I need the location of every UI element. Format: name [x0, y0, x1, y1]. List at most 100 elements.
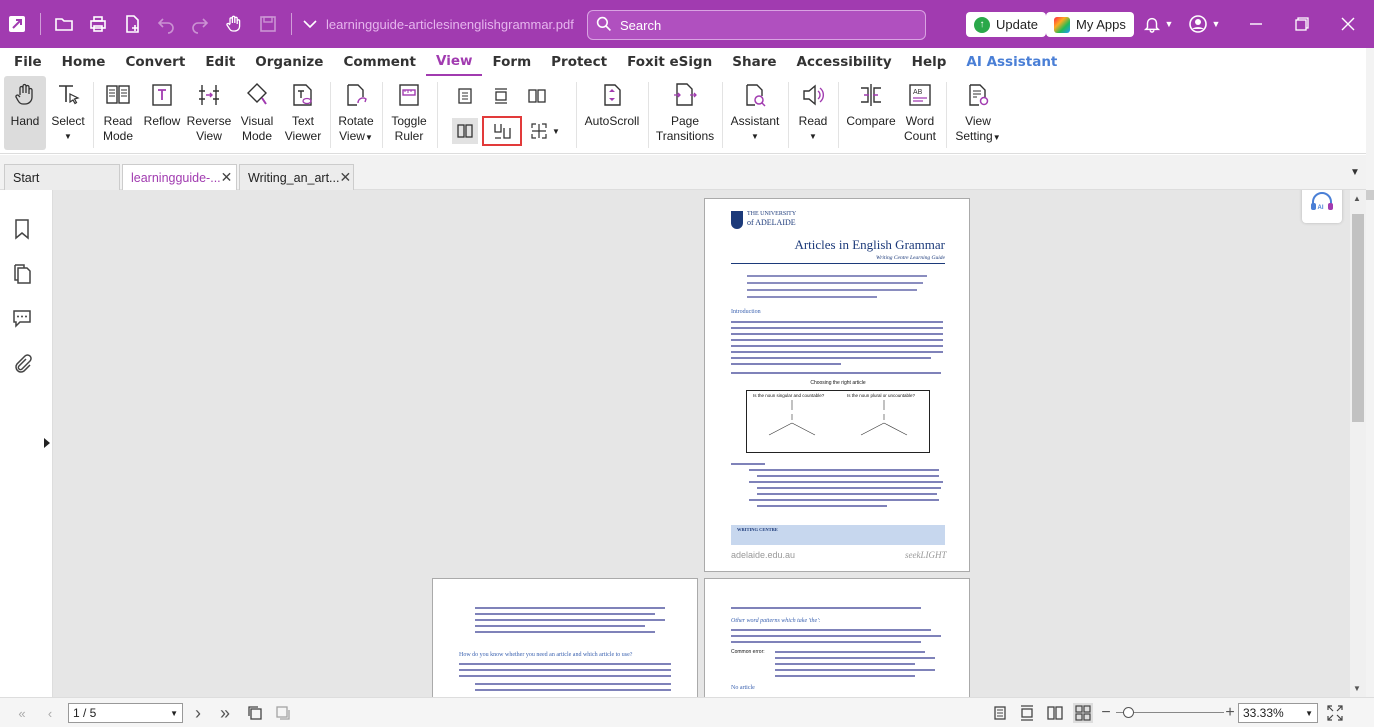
separate-cover-page-icon[interactable]: [482, 116, 522, 146]
ai-assistant-floating-button[interactable]: AI: [1302, 190, 1342, 223]
close-tab-icon[interactable]: ✕: [339, 169, 351, 186]
toggle-ruler-button[interactable]: Toggle Ruler: [388, 76, 430, 144]
save-icon[interactable]: [251, 0, 285, 48]
previous-view-icon[interactable]: [245, 703, 265, 723]
menu-protect[interactable]: Protect: [541, 48, 617, 76]
two-page-icon[interactable]: [524, 83, 550, 109]
tab-writing-article[interactable]: Writing_an_art... ✕: [239, 164, 354, 190]
attachment-icon[interactable]: [11, 353, 33, 375]
menu-file[interactable]: File: [0, 48, 52, 76]
facing-view-icon[interactable]: [1045, 703, 1065, 723]
chevron-down-icon[interactable]: [298, 0, 322, 48]
minimize-icon[interactable]: [1234, 0, 1278, 48]
page-number-field[interactable]: 1 / 5 ▼: [68, 703, 183, 723]
new-document-icon[interactable]: [115, 0, 149, 48]
zoom-dropdown-icon[interactable]: ▼: [1305, 709, 1313, 718]
fullscreen-icon[interactable]: [1325, 703, 1345, 723]
read-aloud-button[interactable]: Read ▼: [794, 76, 832, 144]
reverse-view-button[interactable]: Reverse View: [186, 76, 232, 144]
menu-bar: File Home Convert Edit Organize Comment …: [0, 48, 1374, 76]
next-view-icon[interactable]: [273, 703, 293, 723]
bookmark-icon[interactable]: [11, 218, 33, 240]
page-dropdown-icon[interactable]: ▼: [170, 709, 178, 718]
autoscroll-button[interactable]: AutoScroll: [582, 76, 642, 129]
menu-accessibility[interactable]: Accessibility: [787, 48, 902, 76]
menu-foxit-esign[interactable]: Foxit eSign: [617, 48, 722, 76]
close-window-icon[interactable]: [1326, 0, 1370, 48]
tab-start[interactable]: Start: [4, 164, 120, 190]
my-apps-button[interactable]: My Apps: [1046, 12, 1134, 37]
search-box[interactable]: [587, 10, 926, 40]
rotate-view-button[interactable]: Rotate View▼: [335, 76, 377, 145]
menu-organize[interactable]: Organize: [245, 48, 333, 76]
single-page-icon[interactable]: [452, 83, 478, 109]
first-page-icon[interactable]: «: [12, 703, 32, 723]
tab-learningguide[interactable]: learningguide-... ✕: [122, 164, 237, 190]
menu-view[interactable]: View: [426, 48, 483, 76]
text-line: [459, 675, 671, 677]
compare-button[interactable]: Compare: [844, 76, 898, 129]
scrollbar-thumb[interactable]: [1352, 214, 1364, 422]
two-page-continuous-icon[interactable]: [452, 118, 478, 144]
decision-chart: Is the noun singular and countable? Is t…: [746, 390, 930, 453]
read-label: Read: [798, 114, 828, 128]
text-line: [731, 345, 943, 347]
expand-panel-arrow-icon[interactable]: [44, 438, 50, 448]
assistant-button[interactable]: Assistant ▼: [728, 76, 782, 144]
single-page-view-icon[interactable]: [990, 703, 1010, 723]
page-transitions-button[interactable]: Page Transitions: [654, 76, 716, 144]
visual-mode-icon: [241, 76, 273, 114]
scroll-down-icon[interactable]: ▼: [1353, 684, 1361, 693]
redo-icon[interactable]: [183, 0, 217, 48]
menu-home[interactable]: Home: [52, 48, 116, 76]
text-viewer-button[interactable]: Text Viewer: [282, 76, 324, 144]
text-line: [775, 657, 935, 659]
word-count-button[interactable]: AB Word Count: [900, 76, 940, 144]
next-page-icon[interactable]: ›: [188, 703, 208, 723]
continuous-page-icon[interactable]: [488, 83, 514, 109]
read-mode-button[interactable]: Read Mode: [98, 76, 138, 144]
menu-convert[interactable]: Convert: [115, 48, 195, 76]
tabs-dropdown-icon[interactable]: ▼: [1350, 167, 1360, 178]
menu-edit[interactable]: Edit: [195, 48, 245, 76]
rotate-view-label: Rotate: [338, 114, 374, 128]
page-thumbnails-icon[interactable]: [11, 263, 33, 285]
undo-icon[interactable]: [149, 0, 183, 48]
text-line: [749, 469, 939, 471]
zoom-level-field[interactable]: 33.33% ▼: [1238, 703, 1318, 723]
hand-button[interactable]: Hand: [4, 76, 46, 150]
reflow-button[interactable]: Reflow: [142, 76, 182, 129]
menu-ai-assistant[interactable]: AI Assistant: [956, 48, 1067, 76]
split-view-dropdown-icon[interactable]: ▼: [549, 118, 563, 144]
select-label: Select: [51, 114, 85, 128]
select-button[interactable]: Select ▼: [50, 76, 86, 144]
account-avatar-icon[interactable]: ▼: [1182, 0, 1226, 48]
previous-page-icon[interactable]: ‹: [40, 703, 60, 723]
maximize-icon[interactable]: [1280, 0, 1324, 48]
print-icon[interactable]: [81, 0, 115, 48]
close-tab-icon[interactable]: ✕: [221, 169, 233, 186]
panel-handle[interactable]: [1366, 190, 1374, 200]
open-folder-icon[interactable]: [47, 0, 81, 48]
view-setting-button[interactable]: View Setting▼: [952, 76, 1004, 145]
notification-bell-icon[interactable]: ▼: [1138, 0, 1178, 48]
visual-mode-button[interactable]: Visual Mode: [236, 76, 278, 144]
continuous-view-icon[interactable]: [1017, 703, 1037, 723]
footer-centre-name: WRITING CENTRE: [737, 527, 778, 532]
hand-tool-icon[interactable]: [217, 0, 251, 48]
vertical-scrollbar[interactable]: ▲ ▼: [1350, 190, 1366, 697]
text-line: [749, 499, 939, 501]
search-input[interactable]: [620, 17, 900, 33]
zoom-out-icon[interactable]: −: [1096, 703, 1116, 723]
menu-comment[interactable]: Comment: [333, 48, 426, 76]
scroll-up-icon[interactable]: ▲: [1353, 194, 1361, 203]
menu-share[interactable]: Share: [722, 48, 786, 76]
zoom-slider-handle[interactable]: [1123, 707, 1134, 718]
menu-form[interactable]: Form: [482, 48, 541, 76]
last-page-icon[interactable]: »: [215, 703, 235, 723]
continuous-facing-view-icon[interactable]: [1073, 703, 1093, 723]
update-button[interactable]: ↑ Update: [966, 12, 1046, 37]
zoom-in-icon[interactable]: +: [1220, 703, 1240, 723]
menu-help[interactable]: Help: [902, 48, 957, 76]
comment-icon[interactable]: [11, 307, 33, 329]
